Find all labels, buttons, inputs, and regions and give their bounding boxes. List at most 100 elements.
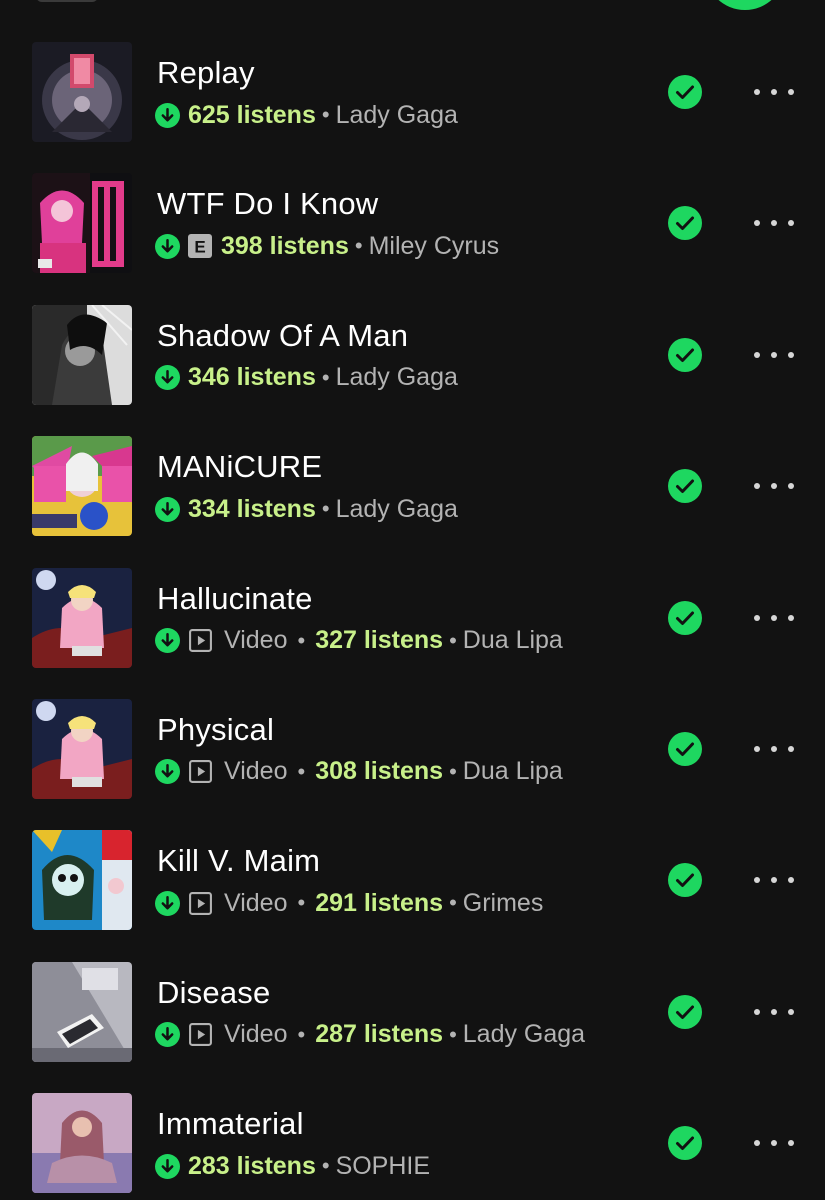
arrow-down-circle-icon	[155, 1153, 180, 1179]
arrow-down-circle-icon	[155, 628, 180, 654]
separator-dot: •	[449, 758, 457, 784]
track-row[interactable]: Physical Video • 308 listens • Dua Lipa	[0, 683, 825, 814]
arrow-down-circle-icon	[155, 1022, 180, 1048]
video-label: Video	[224, 888, 288, 917]
check-circle-icon[interactable]	[668, 731, 702, 766]
track-title: Replay	[157, 55, 255, 90]
separator-dot: •	[321, 364, 330, 390]
artist-name[interactable]: SOPHIE	[336, 1152, 430, 1181]
track-list: Replay 625 listens • Lady Gaga WTF Do I …	[0, 26, 825, 1200]
artist-name[interactable]: Lady Gaga	[463, 1020, 585, 1049]
artist-name[interactable]: Lady Gaga	[336, 101, 458, 130]
artist-name[interactable]: Miley Cyrus	[369, 232, 500, 261]
artist-name[interactable]: Dua Lipa	[463, 626, 563, 655]
album-cover	[32, 42, 132, 142]
check-circle-icon[interactable]	[668, 469, 702, 504]
track-row[interactable]: WTF Do I Know E 398 listens • Miley Cyru…	[0, 157, 825, 288]
more-options-icon[interactable]	[754, 211, 794, 235]
more-options-icon[interactable]	[754, 80, 794, 104]
track-row[interactable]: MANiCURE 334 listens • Lady Gaga	[0, 420, 825, 551]
track-meta: Video • 308 listens • Dua Lipa	[155, 757, 563, 787]
track-meta: E 398 listens • Miley Cyrus	[155, 231, 499, 261]
listen-count: 334 listens	[188, 494, 316, 523]
more-options-icon[interactable]	[754, 343, 794, 367]
track-meta: Video • 327 listens • Dua Lipa	[155, 626, 563, 656]
separator-dot: •	[449, 890, 457, 916]
track-row[interactable]: Kill V. Maim Video • 291 listens • Grime…	[0, 814, 825, 945]
listen-count: 625 listens	[188, 100, 316, 129]
check-circle-icon[interactable]	[668, 337, 702, 372]
track-title: Immaterial	[157, 1106, 304, 1142]
track-meta: 625 listens • Lady Gaga	[155, 100, 458, 130]
more-options-icon[interactable]	[754, 737, 794, 761]
check-circle-icon[interactable]	[668, 600, 702, 635]
play-square-icon	[188, 759, 213, 784]
album-cover	[32, 567, 132, 668]
play-square-icon	[188, 1022, 213, 1047]
track-row[interactable]: Replay 625 listens • Lady Gaga	[0, 26, 825, 157]
separator-dot: •	[449, 1021, 457, 1047]
svg-text:E: E	[194, 238, 205, 257]
track-row[interactable]: Disease Video • 287 listens • Lady Gaga	[0, 946, 825, 1077]
check-circle-icon[interactable]	[668, 994, 702, 1029]
album-cover	[32, 173, 132, 274]
more-options-icon[interactable]	[754, 474, 794, 498]
listen-count: 327 listens	[315, 626, 444, 655]
separator-dot: •	[297, 627, 306, 653]
track-title: Physical	[157, 711, 275, 747]
more-options-icon[interactable]	[754, 1131, 794, 1155]
listen-count: 346 listens	[188, 363, 316, 392]
play-button[interactable]	[705, 0, 785, 10]
check-circle-icon[interactable]	[668, 206, 702, 241]
track-title: Shadow Of A Man	[157, 317, 409, 353]
track-meta: Video • 291 listens • Grimes	[155, 888, 543, 918]
partial-top-button[interactable]	[36, 0, 98, 2]
arrow-down-circle-icon	[155, 496, 180, 522]
track-title: WTF Do I Know	[157, 186, 379, 222]
check-circle-icon[interactable]	[668, 75, 702, 109]
artist-name[interactable]: Lady Gaga	[336, 363, 458, 392]
arrow-down-circle-icon	[155, 890, 180, 916]
album-cover	[32, 961, 132, 1062]
video-label: Video	[224, 626, 288, 655]
separator-dot: •	[354, 233, 363, 259]
track-row[interactable]: Hallucinate Video • 327 listens • Dua Li…	[0, 552, 825, 683]
album-cover	[32, 436, 132, 537]
artist-name[interactable]: Grimes	[463, 889, 544, 918]
track-title: MANiCURE	[157, 449, 323, 485]
play-square-icon	[188, 628, 213, 653]
separator-dot: •	[449, 627, 457, 653]
track-meta: Video • 287 listens • Lady Gaga	[155, 1020, 585, 1050]
track-meta: 334 listens • Lady Gaga	[155, 494, 458, 524]
track-title: Hallucinate	[157, 580, 313, 616]
separator-dot: •	[297, 1021, 306, 1047]
listen-count: 291 listens	[315, 888, 444, 917]
album-cover	[32, 1093, 132, 1194]
listen-count: 287 listens	[315, 1020, 444, 1049]
separator-dot: •	[297, 890, 306, 916]
track-list-screen: Replay 625 listens • Lady Gaga WTF Do I …	[0, 0, 825, 1200]
artist-name[interactable]: Lady Gaga	[336, 495, 458, 524]
track-title: Disease	[157, 974, 271, 1010]
check-circle-icon[interactable]	[668, 863, 702, 898]
separator-dot: •	[321, 1153, 330, 1179]
check-circle-icon[interactable]	[668, 1126, 702, 1161]
more-options-icon[interactable]	[754, 868, 794, 892]
track-row[interactable]: Immaterial 283 listens • SOPHIE	[0, 1077, 825, 1200]
separator-dot: •	[297, 758, 306, 784]
video-label: Video	[224, 757, 288, 786]
listen-count: 283 listens	[188, 1151, 316, 1180]
more-options-icon[interactable]	[754, 606, 794, 630]
album-cover	[32, 698, 132, 799]
track-row[interactable]: Shadow Of A Man 346 listens • Lady Gaga	[0, 289, 825, 420]
separator-dot: •	[321, 496, 330, 522]
track-meta: 283 listens • SOPHIE	[155, 1151, 430, 1181]
album-cover	[32, 830, 132, 931]
listen-count: 308 listens	[315, 757, 444, 786]
more-options-icon[interactable]	[754, 1000, 794, 1024]
track-title: Kill V. Maim	[157, 843, 321, 879]
album-cover	[32, 304, 132, 405]
artist-name[interactable]: Dua Lipa	[463, 757, 563, 786]
play-square-icon	[188, 891, 213, 916]
listen-count: 398 listens	[221, 231, 349, 260]
